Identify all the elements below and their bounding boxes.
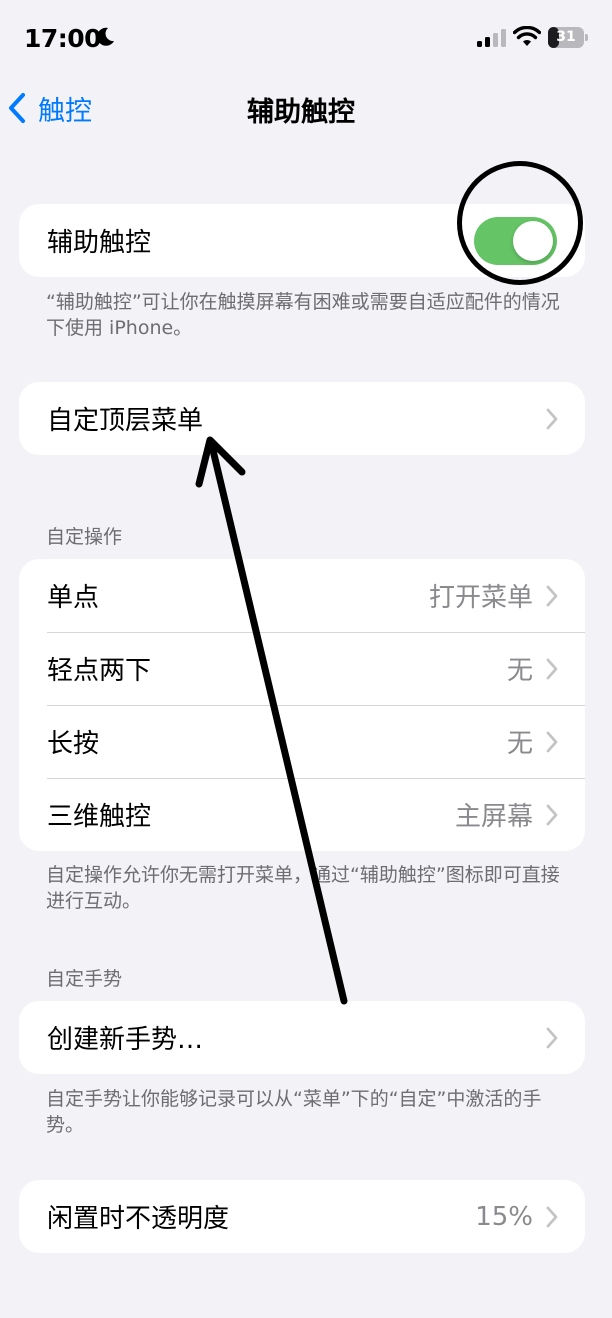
action-label: 长按: [47, 729, 100, 759]
idle-opacity-label: 闲置时不透明度: [47, 1204, 230, 1234]
navigation-bar: 触控 辅助触控: [0, 76, 612, 140]
custom-gestures-note: 自定手势让你能够记录可以从“菜单”下的“自定”中激活的手势。: [46, 1088, 542, 1136]
moon-icon: [97, 27, 114, 46]
custom-actions-header: 自定操作: [46, 526, 123, 548]
create-gesture-label: 创建新手势…: [47, 1025, 204, 1055]
action-value: 主屏幕: [454, 802, 533, 832]
page-title: 辅助触控: [247, 97, 355, 128]
custom-actions-card: 单点 打开菜单 轻点两下 无 长按 无 三维触控 主屏幕: [19, 559, 585, 851]
action-value: 无: [506, 656, 533, 686]
annotation-circle: [457, 161, 583, 285]
custom-gestures-card: 创建新手势…: [19, 1001, 585, 1074]
chevron-right-icon: [546, 804, 558, 825]
battery-level: 31: [556, 29, 576, 45]
idle-opacity-card: 闲置时不透明度 15%: [19, 1180, 585, 1253]
idle-opacity-row[interactable]: 闲置时不透明度 15%: [19, 1180, 585, 1253]
action-row-long-press[interactable]: 长按 无: [19, 705, 585, 778]
chevron-right-icon: [546, 1027, 558, 1048]
chevron-right-icon: [546, 731, 558, 752]
action-label: 三维触控: [47, 802, 152, 832]
customize-top-menu-row[interactable]: 自定顶层菜单: [19, 382, 585, 455]
battery-icon: 31: [548, 27, 588, 48]
action-label: 轻点两下: [47, 656, 152, 686]
action-row-double-tap[interactable]: 轻点两下 无: [19, 632, 585, 705]
chevron-right-icon: [546, 1206, 558, 1227]
custom-gestures-header: 自定手势: [46, 968, 123, 990]
action-row-3d-touch[interactable]: 三维触控 主屏幕: [19, 778, 585, 851]
status-time: 17:00: [24, 24, 102, 53]
chevron-right-icon: [546, 585, 558, 606]
top-menu-card: 自定顶层菜单: [19, 382, 585, 455]
chevron-right-icon: [546, 408, 558, 429]
signal-icon: [477, 29, 506, 47]
customize-top-menu-label: 自定顶层菜单: [47, 406, 204, 436]
custom-actions-note: 自定操作允许你无需打开菜单，通过“辅助触控”图标即可直接进行互动。: [46, 864, 560, 912]
create-gesture-row[interactable]: 创建新手势…: [19, 1001, 585, 1074]
action-row-single-tap[interactable]: 单点 打开菜单: [19, 559, 585, 632]
idle-opacity-value: 15%: [475, 1201, 533, 1232]
action-value: 打开菜单: [428, 583, 533, 613]
action-value: 无: [506, 729, 533, 759]
chevron-right-icon: [546, 658, 558, 679]
wifi-icon: [513, 26, 541, 46]
action-label: 单点: [47, 583, 100, 613]
assistive-touch-note: “辅助触控”可让你在触摸屏幕有困难或需要自适应配件的情况下使用 iPhone。: [46, 291, 560, 339]
status-bar: 17:00 31: [0, 0, 612, 76]
